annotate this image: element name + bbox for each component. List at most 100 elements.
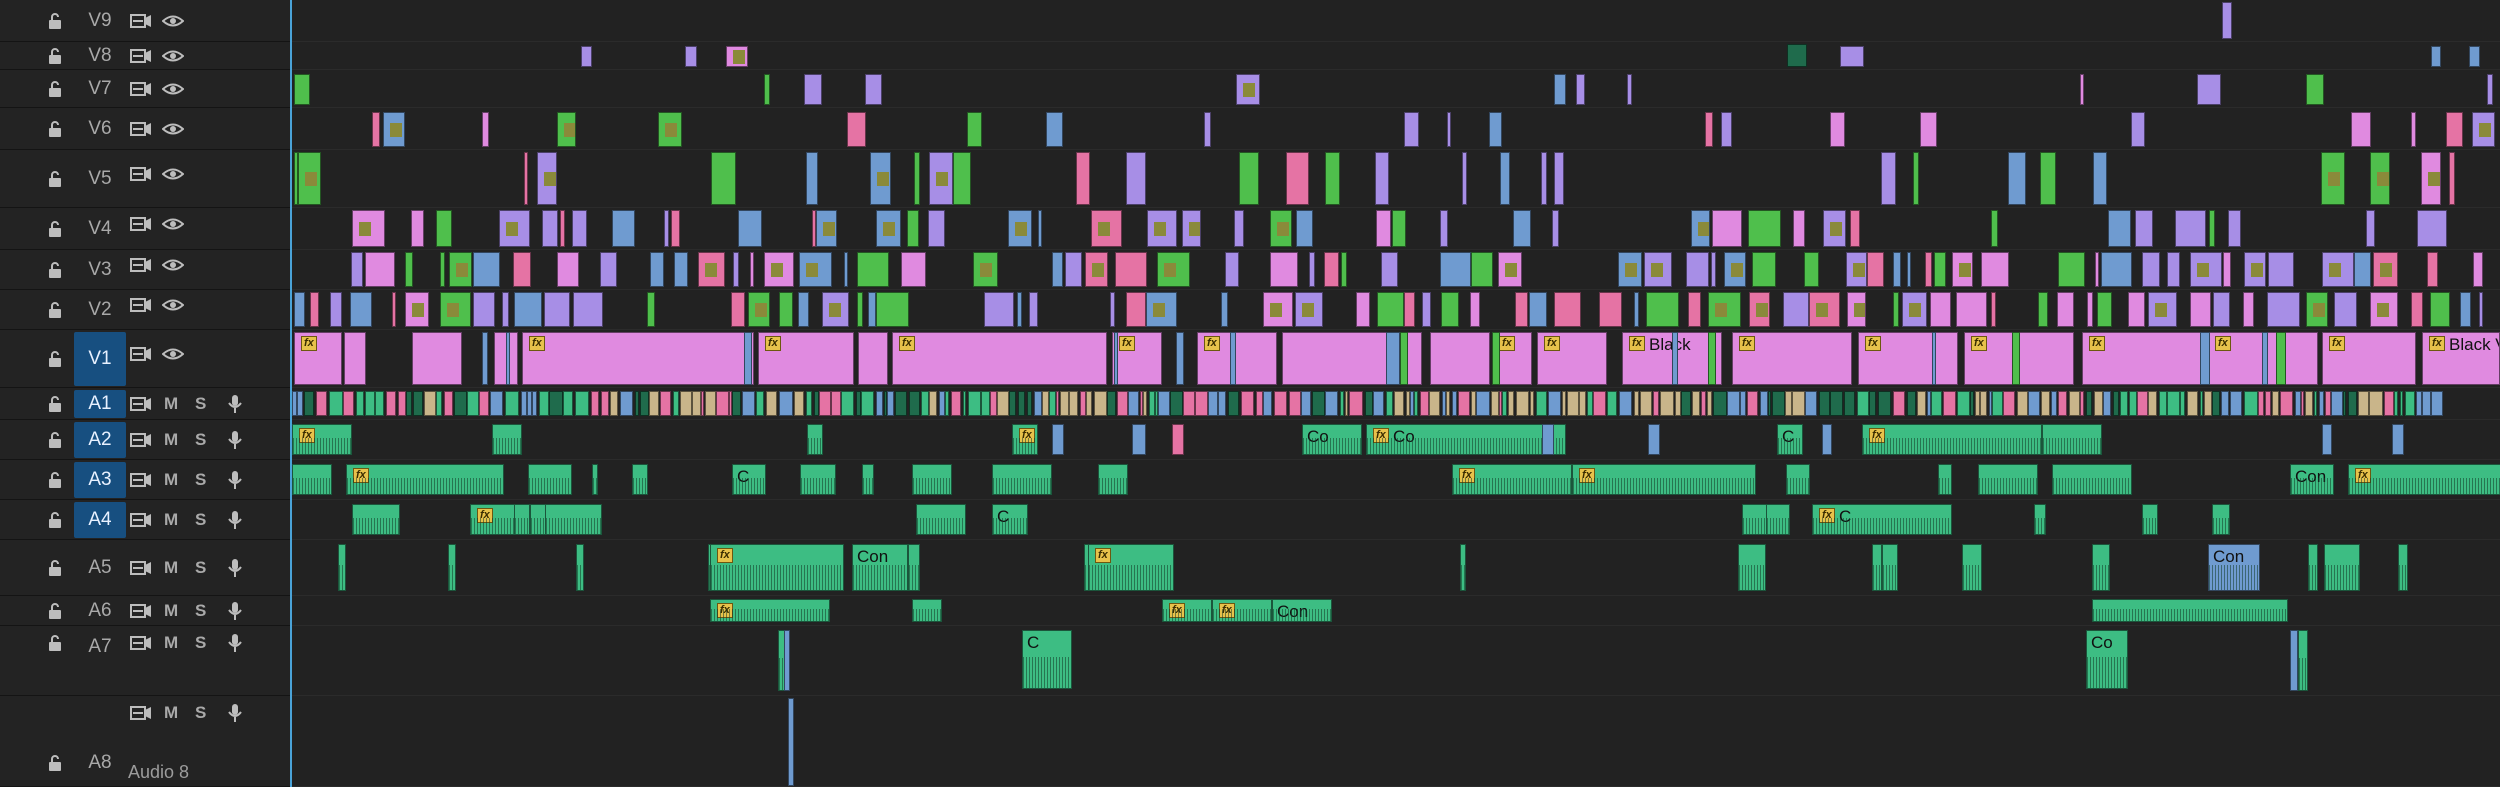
timeline-clip[interactable] — [1980, 391, 1987, 416]
timeline-clip[interactable] — [2221, 391, 2229, 416]
timeline-clip[interactable] — [1819, 391, 1830, 416]
timeline-clip[interactable] — [1386, 391, 1393, 416]
timeline-clip[interactable] — [2180, 391, 2185, 416]
track-name[interactable]: A5 — [74, 557, 126, 579]
timeline-clip[interactable] — [365, 391, 375, 416]
timeline-clip[interactable] — [572, 210, 587, 247]
timeline-clip[interactable] — [870, 152, 891, 205]
timeline-clip[interactable] — [1018, 391, 1025, 416]
timeline-clip[interactable] — [2290, 630, 2298, 691]
timeline-clip[interactable] — [386, 391, 396, 416]
timeline-clip[interactable] — [2392, 424, 2404, 455]
lock-icon[interactable] — [46, 120, 64, 138]
timeline-clip[interactable] — [1309, 252, 1315, 287]
timeline-clip[interactable] — [329, 391, 343, 416]
timeline-clip[interactable] — [2324, 544, 2360, 591]
timeline-clip[interactable] — [784, 630, 790, 691]
timeline-clip[interactable] — [1126, 292, 1146, 327]
timeline-clip[interactable] — [506, 332, 510, 385]
timeline-clip[interactable]: fx — [346, 464, 504, 495]
timeline-clip[interactable] — [1430, 332, 1490, 385]
timeline-clip[interactable] — [1962, 544, 1982, 591]
timeline-clip[interactable] — [1830, 391, 1843, 416]
timeline-clip[interactable] — [1094, 391, 1107, 416]
timeline-clip[interactable] — [2058, 252, 2085, 287]
timeline-clip[interactable] — [2479, 292, 2483, 327]
timeline-clip[interactable]: C — [992, 504, 1028, 535]
timeline-clip[interactable] — [2243, 292, 2254, 327]
timeline-clip[interactable] — [2187, 391, 2198, 416]
timeline-clip[interactable] — [405, 252, 413, 287]
timeline-clip[interactable] — [1182, 210, 1201, 247]
timeline-clip[interactable] — [448, 544, 456, 591]
timeline-clip[interactable] — [2258, 391, 2264, 416]
track-name[interactable]: A6 — [74, 600, 126, 622]
timeline-clip[interactable] — [731, 292, 745, 327]
track-name[interactable]: V7 — [74, 78, 126, 100]
timeline-clip[interactable] — [1376, 210, 1391, 247]
eye-icon[interactable] — [161, 165, 185, 183]
timeline-clip[interactable] — [1567, 391, 1579, 416]
mute-button[interactable]: M — [164, 602, 178, 620]
timeline-clip[interactable] — [1034, 391, 1042, 416]
timeline-clip[interactable] — [2052, 464, 2132, 495]
timeline-clip[interactable] — [953, 152, 971, 205]
timeline-clip[interactable] — [635, 391, 639, 416]
timeline-clip[interactable] — [499, 210, 530, 247]
timeline-clip[interactable] — [1349, 391, 1363, 416]
lock-icon[interactable] — [46, 261, 64, 279]
eye-icon[interactable] — [161, 256, 185, 274]
timeline-clip[interactable] — [1091, 210, 1122, 247]
timeline-clip[interactable] — [352, 210, 385, 247]
timeline-clip[interactable] — [2417, 210, 2447, 247]
timeline-clip[interactable] — [1830, 112, 1845, 147]
mute-button[interactable]: M — [164, 559, 178, 577]
timeline-clip[interactable] — [600, 252, 617, 287]
timeline-clip[interactable] — [1857, 391, 1869, 416]
timeline-clip[interactable] — [2008, 152, 2026, 205]
timeline-clip[interactable] — [601, 391, 609, 416]
timeline-clip[interactable] — [1017, 292, 1022, 327]
timeline-clip[interactable] — [467, 391, 479, 416]
timeline-clip[interactable] — [1727, 391, 1740, 416]
timeline-clip[interactable] — [479, 391, 489, 416]
timeline-clip[interactable] — [744, 332, 752, 385]
timeline-clip[interactable] — [1471, 252, 1493, 287]
timeline-clip[interactable] — [2051, 391, 2057, 416]
timeline-clip[interactable]: Con — [852, 544, 908, 591]
timeline-clip[interactable] — [1785, 391, 1792, 416]
eye-icon[interactable] — [161, 12, 185, 30]
timeline-clip[interactable] — [1274, 391, 1287, 416]
timeline-clip[interactable] — [2038, 292, 2048, 327]
timeline-clip[interactable] — [1850, 210, 1860, 247]
lock-icon[interactable] — [46, 80, 64, 98]
timeline-clip[interactable] — [2405, 391, 2415, 416]
timeline-clip[interactable] — [1400, 332, 1408, 385]
timeline-clip[interactable] — [726, 46, 748, 67]
timeline-clip[interactable] — [2305, 391, 2313, 416]
toggle-output-icon[interactable] — [130, 559, 152, 577]
timeline-clip[interactable] — [1183, 391, 1195, 416]
timeline-clip[interactable] — [2276, 332, 2286, 385]
timeline-clip[interactable] — [610, 391, 618, 416]
timeline-clip[interactable] — [1991, 210, 1998, 247]
timeline-clip[interactable] — [1627, 74, 1632, 105]
timeline-clip[interactable] — [1157, 252, 1190, 287]
timeline-clip[interactable] — [2069, 391, 2080, 416]
timeline-clip[interactable] — [2308, 544, 2318, 591]
timeline-clip[interactable] — [1705, 112, 1713, 147]
timeline-clip[interactable] — [2366, 210, 2375, 247]
timeline-clip[interactable] — [806, 152, 818, 205]
timeline-clip[interactable] — [338, 544, 346, 591]
timeline-clip[interactable] — [1992, 391, 2003, 416]
timeline-clip[interactable] — [620, 391, 633, 416]
timeline-clip[interactable] — [1263, 292, 1293, 327]
timeline-clip[interactable] — [1502, 391, 1507, 416]
timeline-clip[interactable] — [1008, 210, 1032, 247]
track-name[interactable]: V4 — [74, 218, 126, 240]
timeline-clip[interactable] — [1956, 292, 1987, 327]
timeline-clip[interactable] — [868, 292, 876, 327]
timeline-clip[interactable] — [2042, 424, 2102, 455]
lock-icon[interactable] — [46, 602, 64, 620]
timeline-clip[interactable]: C — [732, 464, 766, 495]
